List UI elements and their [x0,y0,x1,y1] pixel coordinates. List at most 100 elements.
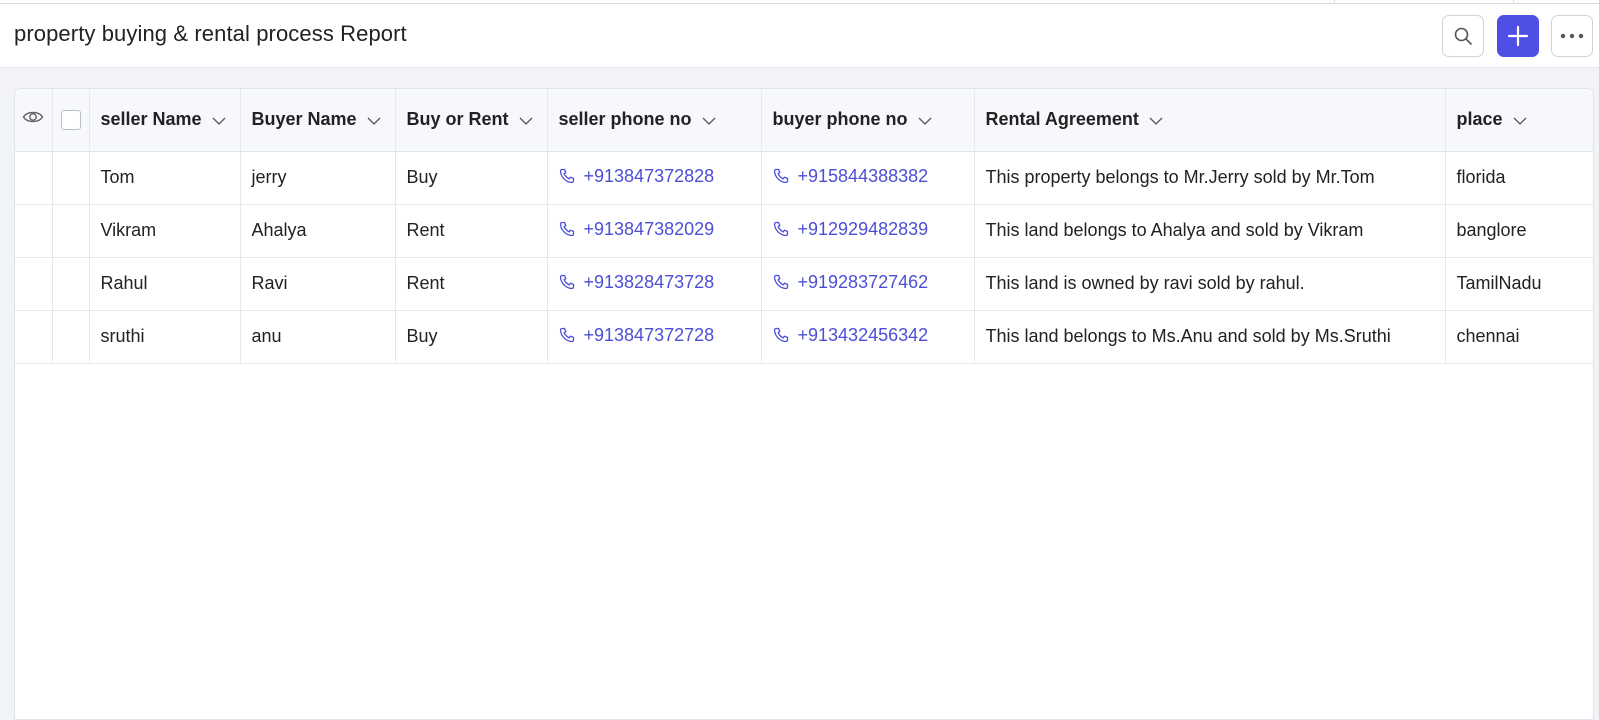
table-row[interactable]: Tom jerry Buy +913847372828 +91584438838… [15,151,1593,205]
column-header-label: Rental Agreement [985,109,1139,130]
search-button[interactable] [1442,15,1484,57]
seller-phone-text: +913847382029 [583,218,715,239]
chevron-down-icon [212,117,226,125]
cell-seller-name: sruthi [89,310,241,364]
cell-buyer-phone: +913432456342 [761,310,975,364]
buyer-phone-text: +912929482839 [797,218,929,239]
page-title: property buying & rental process Report [14,21,407,46]
row-gutter-cell [15,310,53,364]
chevron-down-icon [519,117,532,125]
seller-phone-link[interactable]: +913847382029 [559,218,715,240]
search-icon [1454,27,1472,45]
cell-buyer-phone: +915844388382 [761,151,975,205]
cell-rental-agreement: This land belongs to Ahalya and sold by … [974,204,1446,258]
cell-buyer-phone: +912929482839 [761,204,975,258]
row-select-cell[interactable] [52,310,90,364]
seller-phone-link[interactable]: +913847372828 [559,165,715,187]
cell-buyer-phone: +919283727462 [761,257,975,311]
column-header-label: buyer phone no [772,109,908,130]
seller-phone-text: +913847372828 [583,165,715,186]
chevron-down-icon [1513,117,1526,125]
phone-icon [559,328,574,343]
cell-seller-phone: +913847372728 [547,310,762,364]
table-row[interactable]: sruthi anu Buy +913847372728 +9134324563… [15,310,1593,364]
column-header-buyer-name[interactable]: Buyer Name [240,89,396,152]
cell-seller-name: Vikram [89,204,241,258]
column-header-buy-or-rent[interactable]: Buy or Rent [395,89,548,152]
cell-buyer-name: jerry [240,151,396,205]
seller-phone-link[interactable]: +913847372728 [559,324,715,346]
column-header-place[interactable]: place [1445,89,1593,152]
seller-phone-text: +913847372728 [583,324,715,345]
cell-seller-name: Rahul [89,257,241,311]
phone-icon [559,275,574,290]
table-row[interactable]: Vikram Ahalya Rent +913847382029 +912929… [15,204,1593,258]
plus-icon [1507,25,1529,47]
phone-icon [559,169,574,184]
buyer-phone-text: +913432456342 [797,324,929,345]
table-header-row: seller Name Buyer Name Buy or Rent selle… [15,89,1593,152]
buyer-phone-link[interactable]: +919283727462 [773,271,929,293]
cell-buy-or-rent: Rent [395,257,548,311]
cell-buy-or-rent: Rent [395,204,548,258]
buyer-phone-text: +919283727462 [797,271,929,292]
row-gutter-cell [15,151,53,205]
eye-icon [22,112,44,123]
more-horizontal-icon [1560,33,1584,39]
more-options-button[interactable] [1551,15,1593,57]
column-header-seller-name[interactable]: seller Name [89,89,241,152]
cell-seller-phone: +913847382029 [547,204,762,258]
row-gutter-cell [15,204,53,258]
cell-buyer-name: anu [240,310,396,364]
select-all-header [52,89,90,152]
column-header-label: seller phone no [558,109,692,130]
chevron-down-icon [1149,117,1163,125]
report-table-card: seller Name Buyer Name Buy or Rent selle… [14,88,1594,720]
column-visibility-header[interactable] [15,89,53,152]
select-all-checkbox[interactable] [60,110,81,131]
column-header-seller-phone[interactable]: seller phone no [547,89,762,152]
buyer-phone-link[interactable]: +913432456342 [773,324,929,346]
chevron-down-icon [702,117,715,125]
column-header-label: seller Name [100,109,202,130]
column-header-rental-agreement[interactable]: Rental Agreement [974,89,1446,152]
row-gutter-cell [15,257,53,311]
column-header-label: Buyer Name [251,109,357,130]
buyer-phone-link[interactable]: +912929482839 [773,218,929,240]
row-select-cell[interactable] [52,204,90,258]
cell-rental-agreement: This land belongs to Ms.Anu and sold by … [974,310,1446,364]
phone-icon [559,222,574,237]
cell-place: banglore [1445,204,1593,258]
phone-icon [773,275,788,290]
cell-place: chennai [1445,310,1593,364]
row-select-cell[interactable] [52,151,90,205]
cell-seller-name: Tom [89,151,241,205]
phone-icon [773,169,788,184]
cell-buy-or-rent: Buy [395,310,548,364]
report-header: property buying & rental process Report [0,4,1599,68]
cell-seller-phone: +913847372828 [547,151,762,205]
table-row[interactable]: Rahul Ravi Rent +913828473728 +919283727… [15,257,1593,311]
row-select-cell[interactable] [52,257,90,311]
report-table: seller Name Buyer Name Buy or Rent selle… [15,89,1593,364]
phone-icon [773,222,788,237]
buyer-phone-link[interactable]: +915844388382 [773,165,929,187]
cell-place: florida [1445,151,1593,205]
cell-place: TamilNadu [1445,257,1593,311]
cell-seller-phone: +913828473728 [547,257,762,311]
cell-buyer-name: Ahalya [240,204,396,258]
add-record-button[interactable] [1497,15,1539,57]
seller-phone-link[interactable]: +913828473728 [559,271,715,293]
cell-buy-or-rent: Buy [395,151,548,205]
chevron-down-icon [918,117,931,125]
column-header-buyer-phone[interactable]: buyer phone no [761,89,975,152]
chevron-down-icon [367,117,381,125]
cell-rental-agreement: This property belongs to Mr.Jerry sold b… [974,151,1446,205]
column-header-label: Buy or Rent [406,109,509,130]
column-header-label: place [1456,109,1503,130]
phone-icon [773,328,788,343]
buyer-phone-text: +915844388382 [797,165,929,186]
seller-phone-text: +913828473728 [583,271,715,292]
cell-buyer-name: Ravi [240,257,396,311]
cell-rental-agreement: This land is owned by ravi sold by rahul… [974,257,1446,311]
